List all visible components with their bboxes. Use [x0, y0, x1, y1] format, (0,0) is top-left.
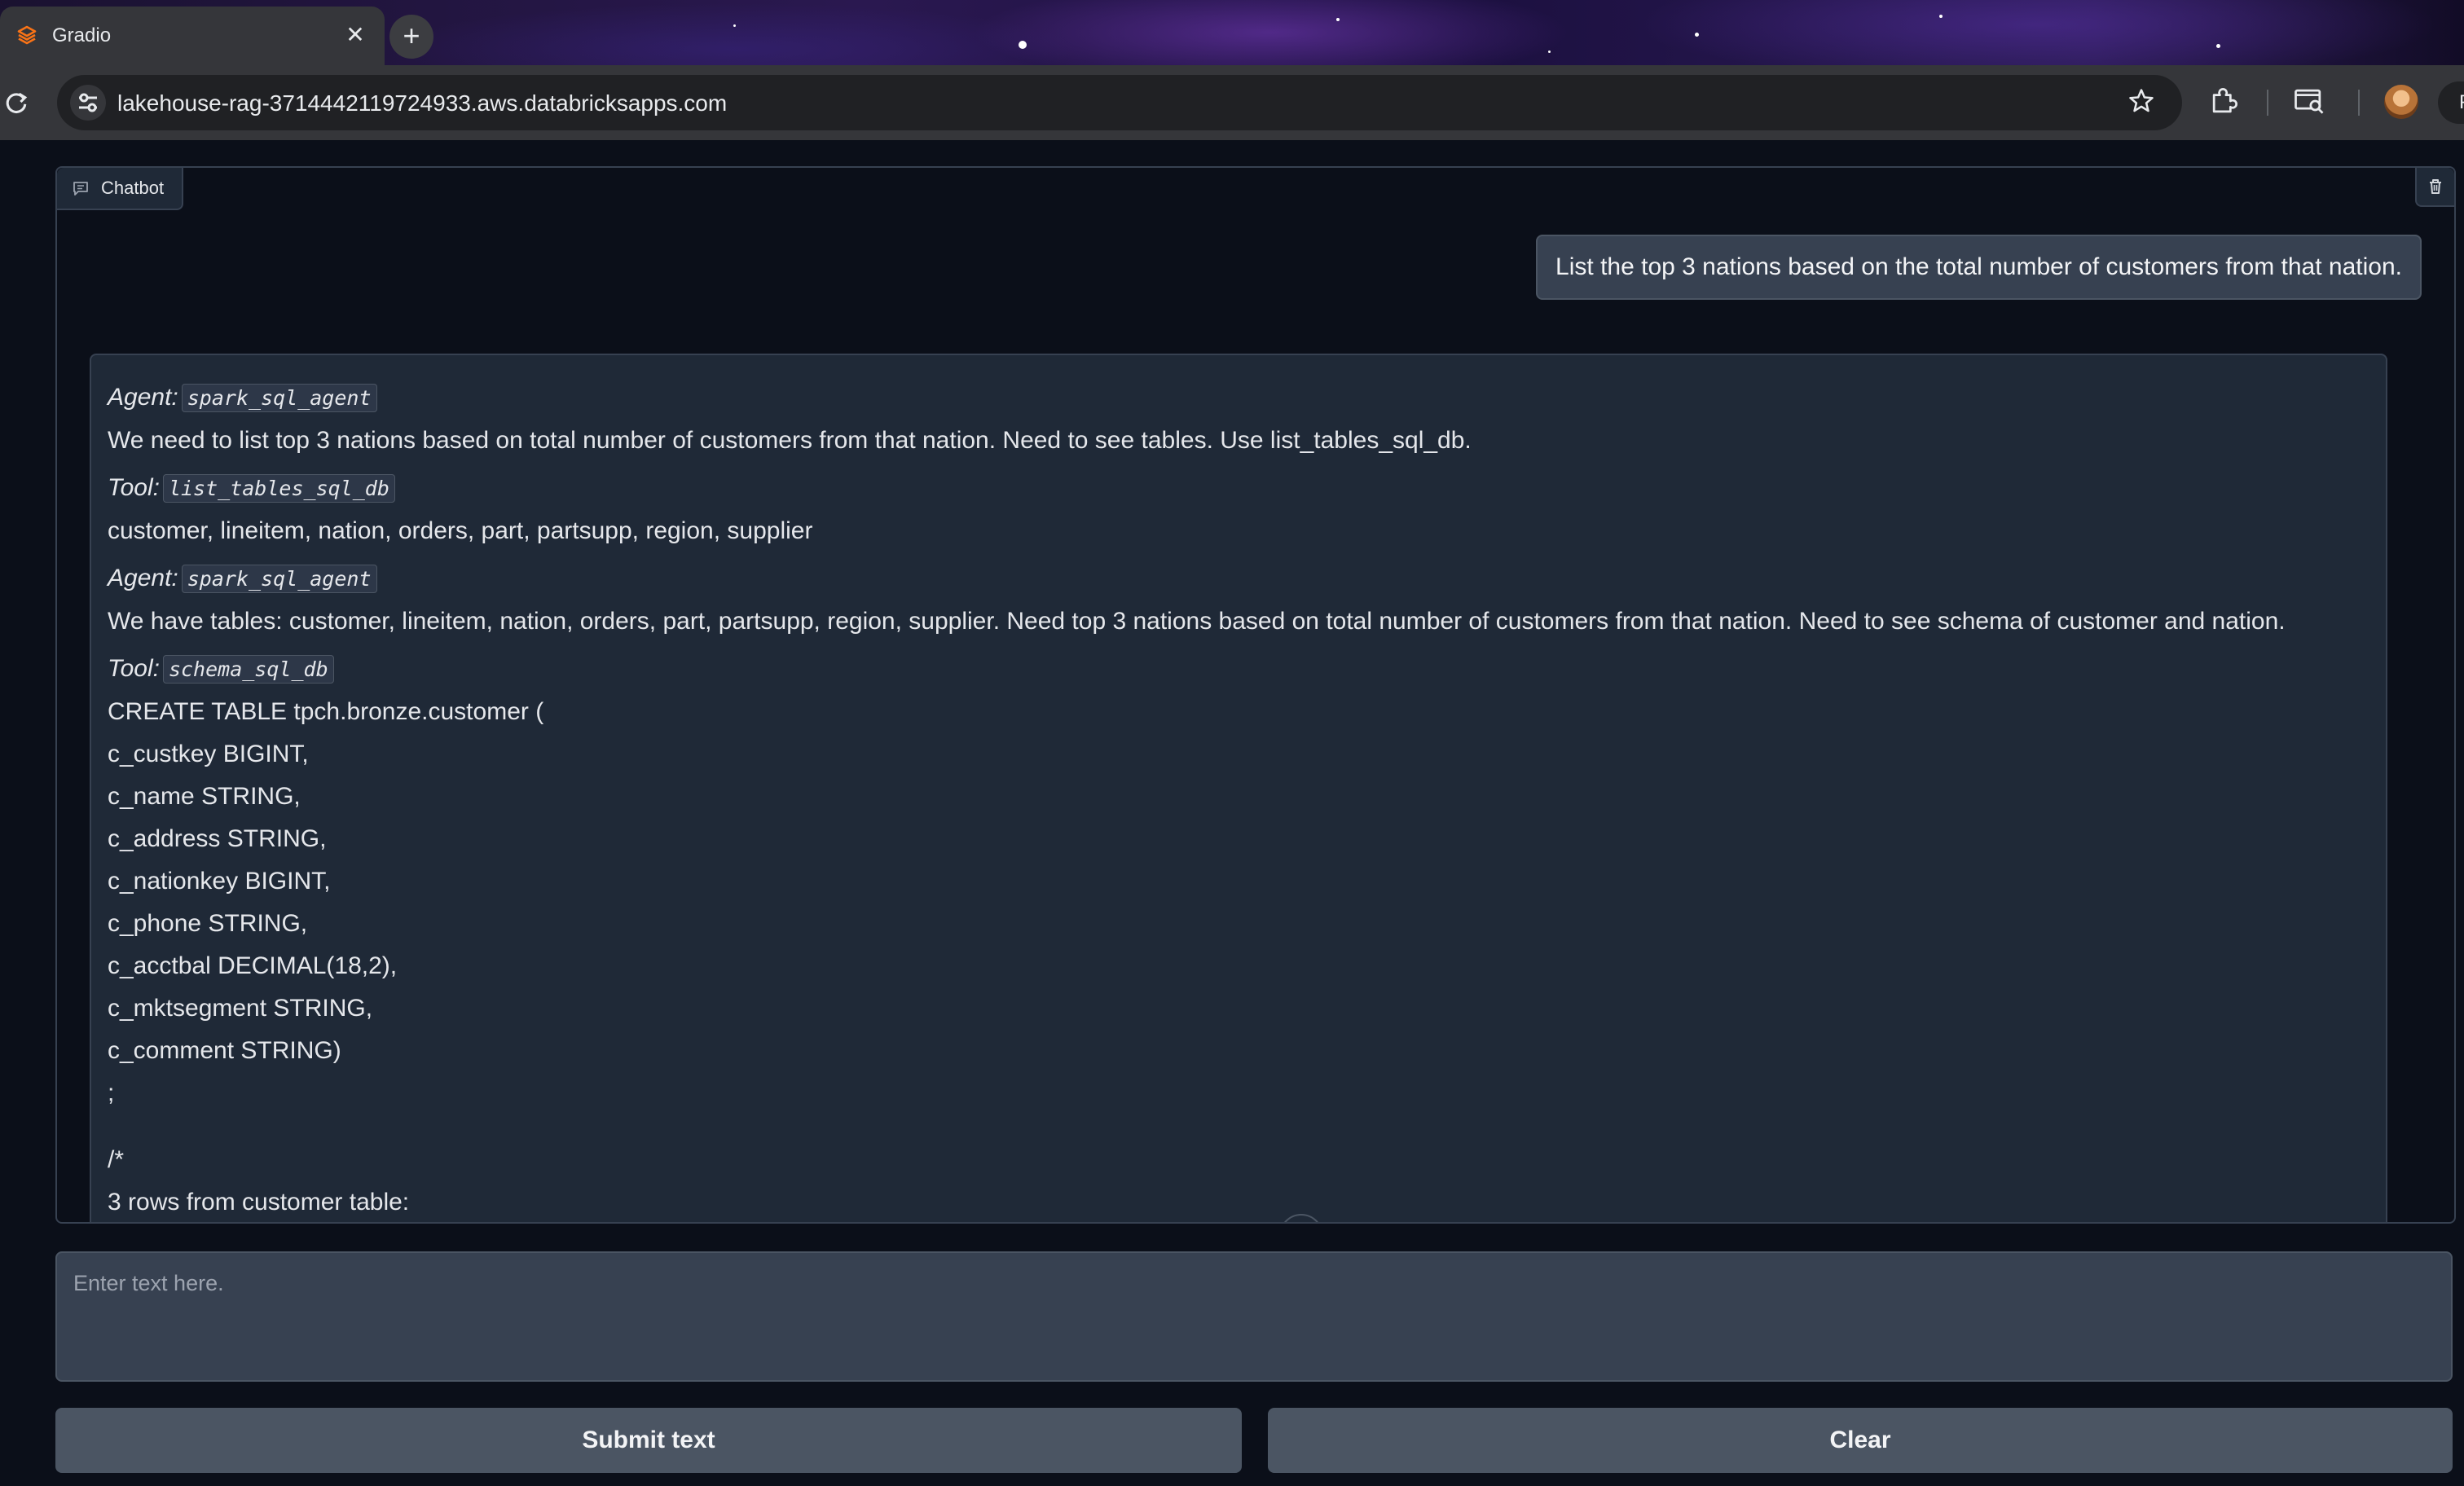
clear-chat-button[interactable]	[2415, 168, 2454, 207]
browser-tabstrip: Gradio ✕ +	[0, 0, 2464, 65]
schema-line: ;	[108, 1079, 115, 1106]
tab-title: Gradio	[52, 24, 112, 46]
agent-prefix: Agent:	[108, 565, 178, 591]
site-settings-icon[interactable]	[70, 85, 106, 121]
gradio-page: Chatbot List the top 3 nations based on …	[0, 140, 2464, 1486]
reload-icon[interactable]	[2, 86, 31, 119]
bot-message: Agent: spark_sql_agent We need to list to…	[90, 354, 2387, 1222]
schema-line: CREATE TABLE tpch.bronze.customer (	[108, 698, 544, 725]
rows-caption: 3 rows from customer table:	[108, 1189, 410, 1216]
agent-name: spark_sql_agent	[181, 565, 377, 593]
tab-search-icon[interactable]	[2291, 83, 2330, 122]
message-input[interactable]	[57, 1253, 2451, 1380]
tool-name: schema_sql_db	[162, 655, 334, 684]
bookmark-star-icon[interactable]	[2125, 86, 2158, 119]
background-star	[1695, 33, 1699, 37]
address-bar[interactable]: lakehouse-rag-3714442119724933.aws.datab…	[57, 75, 2182, 130]
background-star	[2216, 44, 2220, 48]
submit-button[interactable]: Submit text	[55, 1408, 1242, 1473]
arrow-down-icon	[1287, 1220, 1315, 1224]
chatbot-label: Chatbot	[57, 168, 184, 210]
message-input-container	[55, 1251, 2453, 1382]
schema-line: c_name STRING,	[108, 783, 301, 810]
schema-line: c_custkey BIGINT,	[108, 741, 309, 767]
schema-line: c_comment STRING)	[108, 1037, 341, 1064]
toolbar-separator	[2267, 90, 2268, 116]
chatbot-panel: Chatbot List the top 3 nations based on …	[55, 166, 2456, 1224]
schema-line: c_acctbal DECIMAL(18,2),	[108, 952, 398, 979]
background-star	[1019, 41, 1027, 49]
background-star	[1336, 18, 1340, 21]
background-star	[1548, 51, 1551, 53]
schema-line: c_mktsegment STRING,	[108, 995, 373, 1022]
profile-avatar[interactable]	[2384, 85, 2418, 119]
tool-prefix: Tool:	[108, 655, 160, 682]
trash-icon	[2430, 179, 2441, 194]
profile-button[interactable]: P	[2438, 81, 2464, 124]
schema-line: c_nationkey BIGINT,	[108, 868, 331, 895]
agent-step: Agent: spark_sql_agent	[108, 557, 2369, 600]
browser-toolbar: lakehouse-rag-3714442119724933.aws.datab…	[0, 65, 2464, 142]
agent-prefix: Agent:	[108, 384, 178, 411]
background-star	[733, 24, 736, 27]
new-tab-button[interactable]: +	[389, 15, 433, 59]
comment-open: /*	[108, 1146, 125, 1173]
background-star	[1939, 15, 1943, 18]
close-tab-icon[interactable]: ✕	[341, 20, 370, 50]
user-message: List the top 3 nations based on the tota…	[1536, 235, 2422, 300]
agent-name: spark_sql_agent	[181, 384, 377, 412]
agent-text: We have tables: customer, lineitem, nati…	[108, 608, 2286, 635]
toolbar-separator	[2358, 90, 2360, 116]
tool-step: Tool: schema_sql_db	[108, 648, 2369, 691]
extensions-puzzle-icon[interactable]	[2207, 83, 2246, 122]
clear-button[interactable]: Clear	[1268, 1408, 2453, 1473]
url-text[interactable]: lakehouse-rag-3714442119724933.aws.datab…	[117, 90, 727, 117]
chatbot-label-text: Chatbot	[101, 178, 165, 198]
tool-prefix: Tool:	[108, 474, 160, 501]
tool-step: Tool: list_tables_sql_db	[108, 467, 2369, 510]
chat-bubble-icon	[73, 182, 88, 196]
gradio-logo-icon	[16, 24, 37, 46]
browser-tab[interactable]: Gradio ✕	[0, 7, 385, 65]
tool-name: list_tables_sql_db	[162, 474, 395, 503]
agent-text: We need to list top 3 nations based on t…	[108, 427, 1472, 454]
agent-step: Agent: spark_sql_agent	[108, 376, 2369, 420]
schema-line: c_phone STRING,	[108, 910, 308, 937]
schema-line: c_address STRING,	[108, 825, 327, 852]
tool-output: customer, lineitem, nation, orders, part…	[108, 517, 813, 544]
